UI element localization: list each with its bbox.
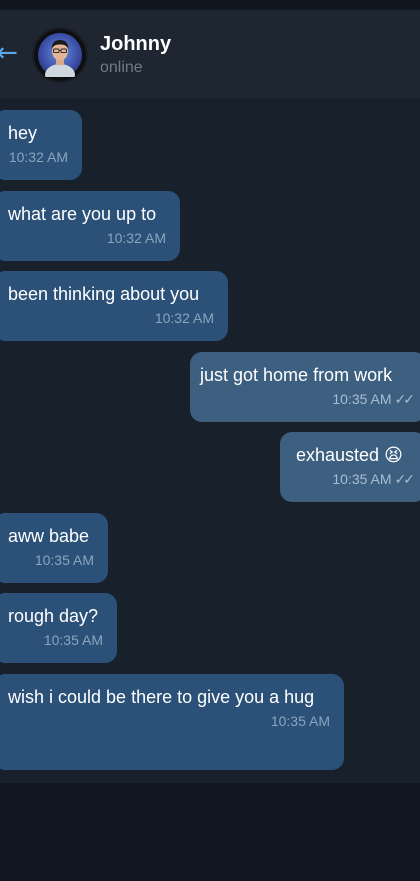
message-time: 10:35 AM ✓✓ xyxy=(332,391,416,407)
message-bubble-incoming[interactable]: rough day? 10:35 AM xyxy=(0,593,117,663)
message-bubble-incoming[interactable]: been thinking about you 10:32 AM xyxy=(0,271,228,341)
message-text: aww babe xyxy=(8,526,90,546)
avatar-image xyxy=(38,33,82,81)
message-text: wish i could be there to give you a hug xyxy=(8,687,315,707)
message-bubble-outgoing[interactable]: just got home from work 10:35 AM ✓✓ xyxy=(190,352,420,422)
avatar[interactable] xyxy=(34,29,86,81)
message-time: 10:32 AM xyxy=(154,310,214,326)
message-list[interactable]: hey 10:32 AM what are you up to 10:32 AM… xyxy=(0,98,420,783)
message-time: 10:35 AM xyxy=(43,632,103,648)
message-time: 10:35 AM xyxy=(270,713,330,729)
message-text: rough day? xyxy=(8,606,99,626)
message-bubble-outgoing[interactable]: exhausted 😫 10:35 AM ✓✓ xyxy=(280,432,420,502)
back-arrow-icon[interactable]: ← xyxy=(0,38,20,68)
contact-status: online xyxy=(100,59,143,76)
empty-footer-area xyxy=(0,783,420,881)
message-bubble-incoming[interactable]: what are you up to 10:32 AM xyxy=(0,191,180,261)
message-text: been thinking about you xyxy=(8,284,200,304)
read-checkmarks-icon: ✓✓ xyxy=(394,391,416,407)
contact-name[interactable]: Johnny xyxy=(100,33,171,56)
read-checkmarks-icon: ✓✓ xyxy=(394,471,416,487)
chat-header: ← Johnny online xyxy=(0,10,420,98)
message-time: 10:32 AM xyxy=(8,149,68,165)
message-bubble-incoming[interactable]: aww babe 10:35 AM xyxy=(0,513,108,583)
message-text: exhausted 😫 xyxy=(296,445,403,465)
message-text: what are you up to xyxy=(8,204,157,224)
person-icon xyxy=(45,40,75,81)
message-time: 10:35 AM xyxy=(34,552,94,568)
message-time: 10:32 AM xyxy=(106,230,166,246)
status-bar-strip xyxy=(0,0,420,10)
message-time: 10:35 AM ✓✓ xyxy=(332,471,416,487)
message-bubble-incoming[interactable]: hey 10:32 AM xyxy=(0,110,82,180)
message-text: just got home from work xyxy=(200,365,393,385)
message-text: hey xyxy=(8,123,38,143)
message-bubble-incoming[interactable]: wish i could be there to give you a hug … xyxy=(0,674,344,770)
